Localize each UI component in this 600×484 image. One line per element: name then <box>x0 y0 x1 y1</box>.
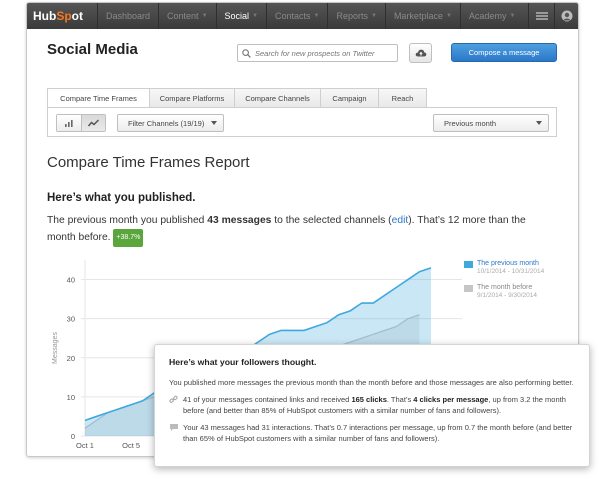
y-tick-label: 40 <box>67 276 75 285</box>
compose-message-button[interactable]: Compose a message <box>451 43 557 62</box>
report-tabs: Compare Time Frames Compare Platforms Comp… <box>47 88 427 108</box>
cloud-icon <box>415 49 426 57</box>
y-tick-label: 0 <box>71 432 75 441</box>
report-title: Compare Time Frames Report <box>47 154 250 171</box>
nav-menu: Dashboard Content ▼ Social ▼ Contacts ▼ Reports… <box>97 3 523 29</box>
chevron-down-icon <box>211 121 217 125</box>
legend-item-month-before[interactable]: The month before 9/1/2014 - 9/30/2014 <box>464 284 544 299</box>
report-toolbar: Filter Channels (19/19) Previous month <box>47 107 557 137</box>
nav-item-dashboard[interactable]: Dashboard <box>97 3 158 29</box>
y-tick-label: 10 <box>67 393 75 402</box>
chart-legend: The previous month 10/1/2014 - 10/31/201… <box>464 260 544 308</box>
nav-item-label: Content <box>167 11 199 21</box>
nav-item-label: Social <box>224 11 250 21</box>
followers-insight-popup: Here’s what your followers thought. You … <box>154 344 590 467</box>
bar-chart-icon <box>64 120 73 127</box>
nav-item-label: Contacts <box>274 11 311 21</box>
interactions-insight: Your 43 messages had 31 interactions. Th… <box>169 422 575 444</box>
nav-item-content[interactable]: Content ▼ <box>158 3 215 29</box>
view-toggle <box>56 114 106 132</box>
link-icon <box>169 394 183 416</box>
change-badge: +38.7% <box>113 229 144 247</box>
legend-name: The month before <box>477 284 533 291</box>
filter-channels-select[interactable]: Filter Channels (19/19) <box>117 114 224 132</box>
nav-right <box>528 3 578 29</box>
edit-channels-link[interactable]: edit <box>392 215 409 226</box>
caret-down-icon: ▼ <box>201 13 208 19</box>
nav-item-academy[interactable]: Academy ▼ <box>459 3 523 29</box>
tab-reach[interactable]: Reach <box>379 88 427 108</box>
y-axis-label: Messages <box>52 332 59 364</box>
time-period-select[interactable]: Previous month <box>433 114 549 132</box>
top-navbar: HubSpot Dashboard Content ▼ Social ▼ Contacts… <box>27 3 578 29</box>
nav-item-label: Academy <box>468 11 507 21</box>
search-input[interactable] <box>255 48 395 58</box>
x-tick-label: Oct 1 <box>76 441 94 450</box>
x-tick-label: Oct 5 <box>122 441 140 450</box>
legend-swatch <box>464 285 473 292</box>
search-icon <box>242 48 251 58</box>
popup-intro: You published more messages the previous… <box>169 378 574 387</box>
tab-compare-channels[interactable]: Compare Channels <box>235 88 321 108</box>
page-title: Social Media <box>47 41 138 58</box>
nav-item-reports[interactable]: Reports ▼ <box>327 3 384 29</box>
line-chart-view-button[interactable] <box>80 115 105 131</box>
bar-chart-view-button[interactable] <box>57 115 81 131</box>
line-chart-icon <box>87 119 99 127</box>
nav-item-social[interactable]: Social ▼ <box>215 3 266 29</box>
nav-item-label: Reports <box>336 11 368 21</box>
filter-channels-label: Filter Channels <box>128 118 179 128</box>
published-summary: The previous month you published 43 mess… <box>47 213 547 247</box>
hamburger-menu-icon[interactable] <box>528 3 554 29</box>
chevron-down-icon <box>536 121 542 125</box>
twitter-search-box[interactable] <box>237 44 398 62</box>
caret-down-icon: ▼ <box>370 13 377 19</box>
legend-name: The previous month <box>477 260 539 267</box>
caret-down-icon: ▼ <box>509 13 516 19</box>
filter-channels-count: (19/19) <box>180 118 205 128</box>
cloud-upload-button[interactable] <box>409 43 432 63</box>
nav-item-label: Marketplace <box>393 11 443 21</box>
legend-range: 9/1/2014 - 9/30/2014 <box>477 292 537 299</box>
caret-down-icon: ▼ <box>252 13 258 19</box>
popup-heading: Here’s what your followers thought. <box>169 357 317 367</box>
y-tick-label: 30 <box>67 315 75 324</box>
nav-item-contacts[interactable]: Contacts ▼ <box>265 3 327 29</box>
user-avatar-icon[interactable] <box>554 3 578 29</box>
messages-count: 43 messages <box>207 215 272 226</box>
speech-bubble-icon <box>169 422 183 444</box>
clicks-insight: 41 of your messages contained links and … <box>169 394 575 416</box>
nav-item-label: Dashboard <box>106 11 151 21</box>
legend-swatch <box>464 261 473 268</box>
published-heading: Here’s what you published. <box>47 192 196 204</box>
tab-campaign[interactable]: Campaign <box>321 88 379 108</box>
caret-down-icon: ▼ <box>313 13 320 19</box>
caret-down-icon: ▼ <box>445 13 452 19</box>
tab-compare-platforms[interactable]: Compare Platforms <box>150 88 235 108</box>
legend-range: 10/1/2014 - 10/31/2014 <box>477 268 545 275</box>
y-tick-label: 20 <box>67 354 75 363</box>
hubspot-logo[interactable]: HubSpot <box>27 9 97 23</box>
tab-compare-time-frames[interactable]: Compare Time Frames <box>47 88 150 108</box>
nav-item-marketplace[interactable]: Marketplace ▼ <box>384 3 460 29</box>
legend-item-previous-month[interactable]: The previous month 10/1/2014 - 10/31/201… <box>464 260 544 275</box>
time-period-label: Previous month <box>444 118 497 128</box>
